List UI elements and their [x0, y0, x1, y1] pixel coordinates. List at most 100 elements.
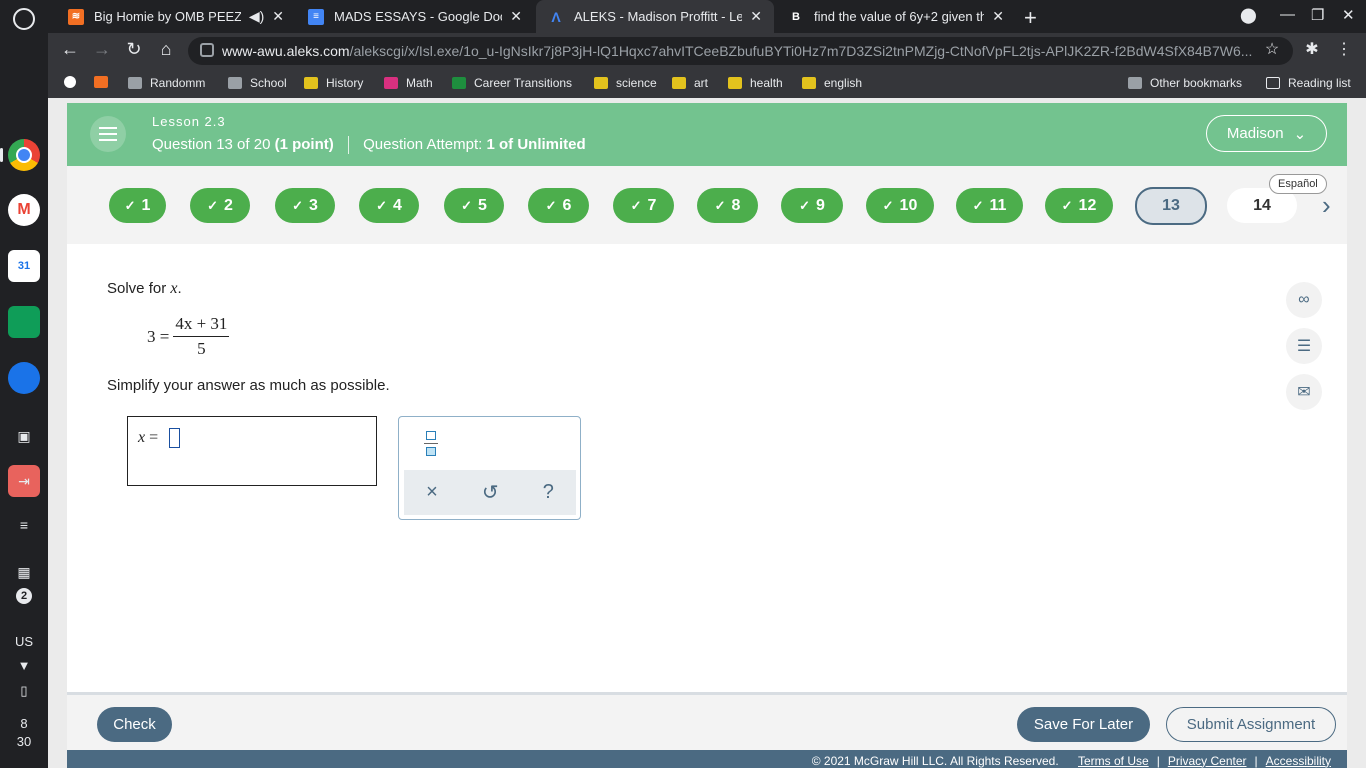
- extensions-icon[interactable]: ✱: [1300, 39, 1324, 59]
- question-pill-3[interactable]: ✓ 3: [275, 188, 335, 223]
- question-pill-10[interactable]: ✓ 10: [866, 188, 934, 223]
- instruction: Solve for x.: [107, 280, 182, 297]
- copyright-text: © 2021 McGraw Hill LLC. All Rights Reser…: [811, 753, 1059, 768]
- more-menu-icon[interactable]: ⋮: [1332, 39, 1356, 59]
- hamburger-menu-icon[interactable]: [90, 116, 126, 152]
- save-for-later-button[interactable]: Save For Later: [1017, 707, 1150, 742]
- tab-strip: ≋ Big Homie by OMB PEEZY ◀) ✕ ≡ MADS ESS…: [48, 0, 1366, 33]
- reading-list[interactable]: Reading list: [1266, 76, 1351, 90]
- bookmark-english[interactable]: english: [802, 76, 862, 90]
- bookmark-school[interactable]: School: [228, 76, 287, 90]
- exit-app-icon[interactable]: ⇥: [8, 465, 40, 497]
- fraction-template-icon[interactable]: [424, 429, 438, 459]
- lock-icon[interactable]: [200, 43, 214, 57]
- user-menu-button[interactable]: Madison ⌄: [1206, 115, 1327, 152]
- chrome-app-icon[interactable]: [8, 139, 40, 171]
- question-pill-2[interactable]: ✓ 2: [190, 188, 250, 223]
- bookmark-art[interactable]: art: [672, 76, 708, 90]
- question-pill-5[interactable]: ✓ 5: [444, 188, 504, 223]
- tab-aleks[interactable]: Λ ALEKS - Madison Proffitt - Lesson ✕: [536, 0, 774, 33]
- playlist-app-icon[interactable]: ≡: [8, 509, 40, 541]
- terms-link[interactable]: Terms of Use: [1078, 754, 1149, 768]
- home-icon[interactable]: ⌂: [154, 39, 178, 60]
- aleks-header: Lesson 2.3 Question 13 of 20 (1 point) Q…: [67, 103, 1347, 166]
- bookmark-app-icon[interactable]: [94, 76, 116, 88]
- folder-icon: [228, 77, 242, 89]
- new-tab-button[interactable]: +: [1024, 5, 1037, 31]
- undo-icon[interactable]: ↺: [482, 480, 499, 505]
- photos-app-icon[interactable]: ▣: [8, 420, 40, 452]
- tab-soundcloud[interactable]: ≋ Big Homie by OMB PEEZY ◀) ✕: [56, 0, 296, 33]
- chevron-right-icon[interactable]: ›: [1322, 190, 1331, 221]
- glasses-icon[interactable]: ∞: [1286, 282, 1322, 318]
- clear-icon[interactable]: ×: [426, 481, 438, 504]
- answer-area[interactable]: x =: [127, 416, 377, 486]
- address-bar[interactable]: www-awu.aleks.com/alekscgi/x/Isl.exe/1o_…: [188, 37, 1293, 65]
- submit-assignment-button[interactable]: Submit Assignment: [1166, 707, 1336, 742]
- checkmark-icon: ✓: [630, 197, 642, 213]
- bookmark-star-icon[interactable]: ☆: [1260, 39, 1284, 59]
- gmail-app-icon[interactable]: M: [8, 194, 40, 226]
- tab-brainly[interactable]: B find the value of 6y+2 given that ✕: [776, 0, 1016, 33]
- notes-icon[interactable]: ☰: [1286, 328, 1322, 364]
- launcher-icon[interactable]: [13, 8, 35, 30]
- classroom-icon: [452, 77, 466, 89]
- bookmark-math[interactable]: Math: [384, 76, 433, 90]
- bookmark-history[interactable]: History: [304, 76, 363, 90]
- building-app-icon[interactable]: ▦: [8, 556, 40, 588]
- question-pill-4[interactable]: ✓ 4: [359, 188, 419, 223]
- close-window-icon[interactable]: ✕: [1342, 6, 1355, 24]
- bookmark-career-transitions[interactable]: Career Transitions: [452, 76, 572, 90]
- question-pill-13-current[interactable]: 13: [1135, 187, 1207, 225]
- question-pill-11[interactable]: ✓ 11: [956, 188, 1023, 223]
- language-toggle[interactable]: Español: [1269, 174, 1327, 194]
- battery-icon[interactable]: ▯: [0, 683, 48, 699]
- page-viewport: Lesson 2.3 Question 13 of 20 (1 point) Q…: [48, 98, 1366, 768]
- bookmark-science[interactable]: science: [594, 76, 657, 90]
- question-pill-6[interactable]: ✓ 6: [528, 188, 589, 223]
- classroom-app-icon[interactable]: [8, 306, 40, 338]
- tab-docs[interactable]: ≡ MADS ESSAYS - Google Docs ✕: [296, 0, 534, 33]
- maximize-icon[interactable]: ❐: [1311, 6, 1324, 24]
- question-pill-8[interactable]: ✓ 8: [697, 188, 758, 223]
- tab-audio-icon[interactable]: ◀): [249, 8, 264, 25]
- mail-icon[interactable]: ✉: [1286, 374, 1322, 410]
- reading-list-icon: [1266, 77, 1280, 89]
- back-icon[interactable]: ←: [58, 39, 82, 60]
- clock-hour[interactable]: 8: [0, 716, 48, 731]
- files-app-icon[interactable]: [8, 362, 40, 394]
- privacy-link[interactable]: Privacy Center: [1168, 754, 1247, 768]
- forward-icon[interactable]: →: [90, 39, 114, 60]
- address-host: www-awu.aleks.com: [222, 43, 350, 59]
- help-icon[interactable]: ?: [543, 481, 554, 504]
- check-button[interactable]: Check: [97, 707, 172, 742]
- bookmark-randomm[interactable]: Randomm: [128, 76, 205, 90]
- answer-label: x =: [138, 429, 159, 446]
- notification-badge[interactable]: 2: [16, 588, 32, 604]
- close-icon[interactable]: ✕: [272, 8, 284, 25]
- question-pill-9[interactable]: ✓ 9: [781, 188, 843, 223]
- minimize-icon[interactable]: —: [1280, 6, 1295, 23]
- calendar-app-icon[interactable]: 31: [8, 250, 40, 282]
- answer-input[interactable]: [169, 428, 180, 448]
- lesson-title: Lesson 2.3: [152, 114, 226, 129]
- accessibility-link[interactable]: Accessibility: [1266, 754, 1331, 768]
- checkmark-icon: ✓: [207, 197, 218, 213]
- bookmark-health[interactable]: health: [728, 76, 783, 90]
- keyboard-locale[interactable]: US: [0, 634, 48, 649]
- reload-icon[interactable]: ↻: [122, 39, 146, 60]
- tab-title: MADS ESSAYS - Google Docs: [334, 9, 503, 24]
- google-icon[interactable]: [64, 76, 84, 88]
- close-icon[interactable]: ✕: [750, 8, 762, 25]
- other-bookmarks[interactable]: Other bookmarks: [1128, 76, 1242, 90]
- question-pill-7[interactable]: ✓ 7: [613, 188, 674, 223]
- clock-minute[interactable]: 30: [0, 734, 48, 749]
- close-icon[interactable]: ✕: [992, 8, 1004, 25]
- classroom-icon: [594, 77, 608, 89]
- question-pill-12[interactable]: ✓ 12: [1045, 188, 1113, 223]
- tab-search-icon[interactable]: ⬤: [1240, 6, 1257, 24]
- checkmark-icon: ✓: [799, 197, 810, 213]
- wifi-icon[interactable]: ▼: [0, 658, 48, 673]
- close-icon[interactable]: ✕: [510, 8, 522, 25]
- question-pill-1[interactable]: ✓ 1: [109, 188, 166, 223]
